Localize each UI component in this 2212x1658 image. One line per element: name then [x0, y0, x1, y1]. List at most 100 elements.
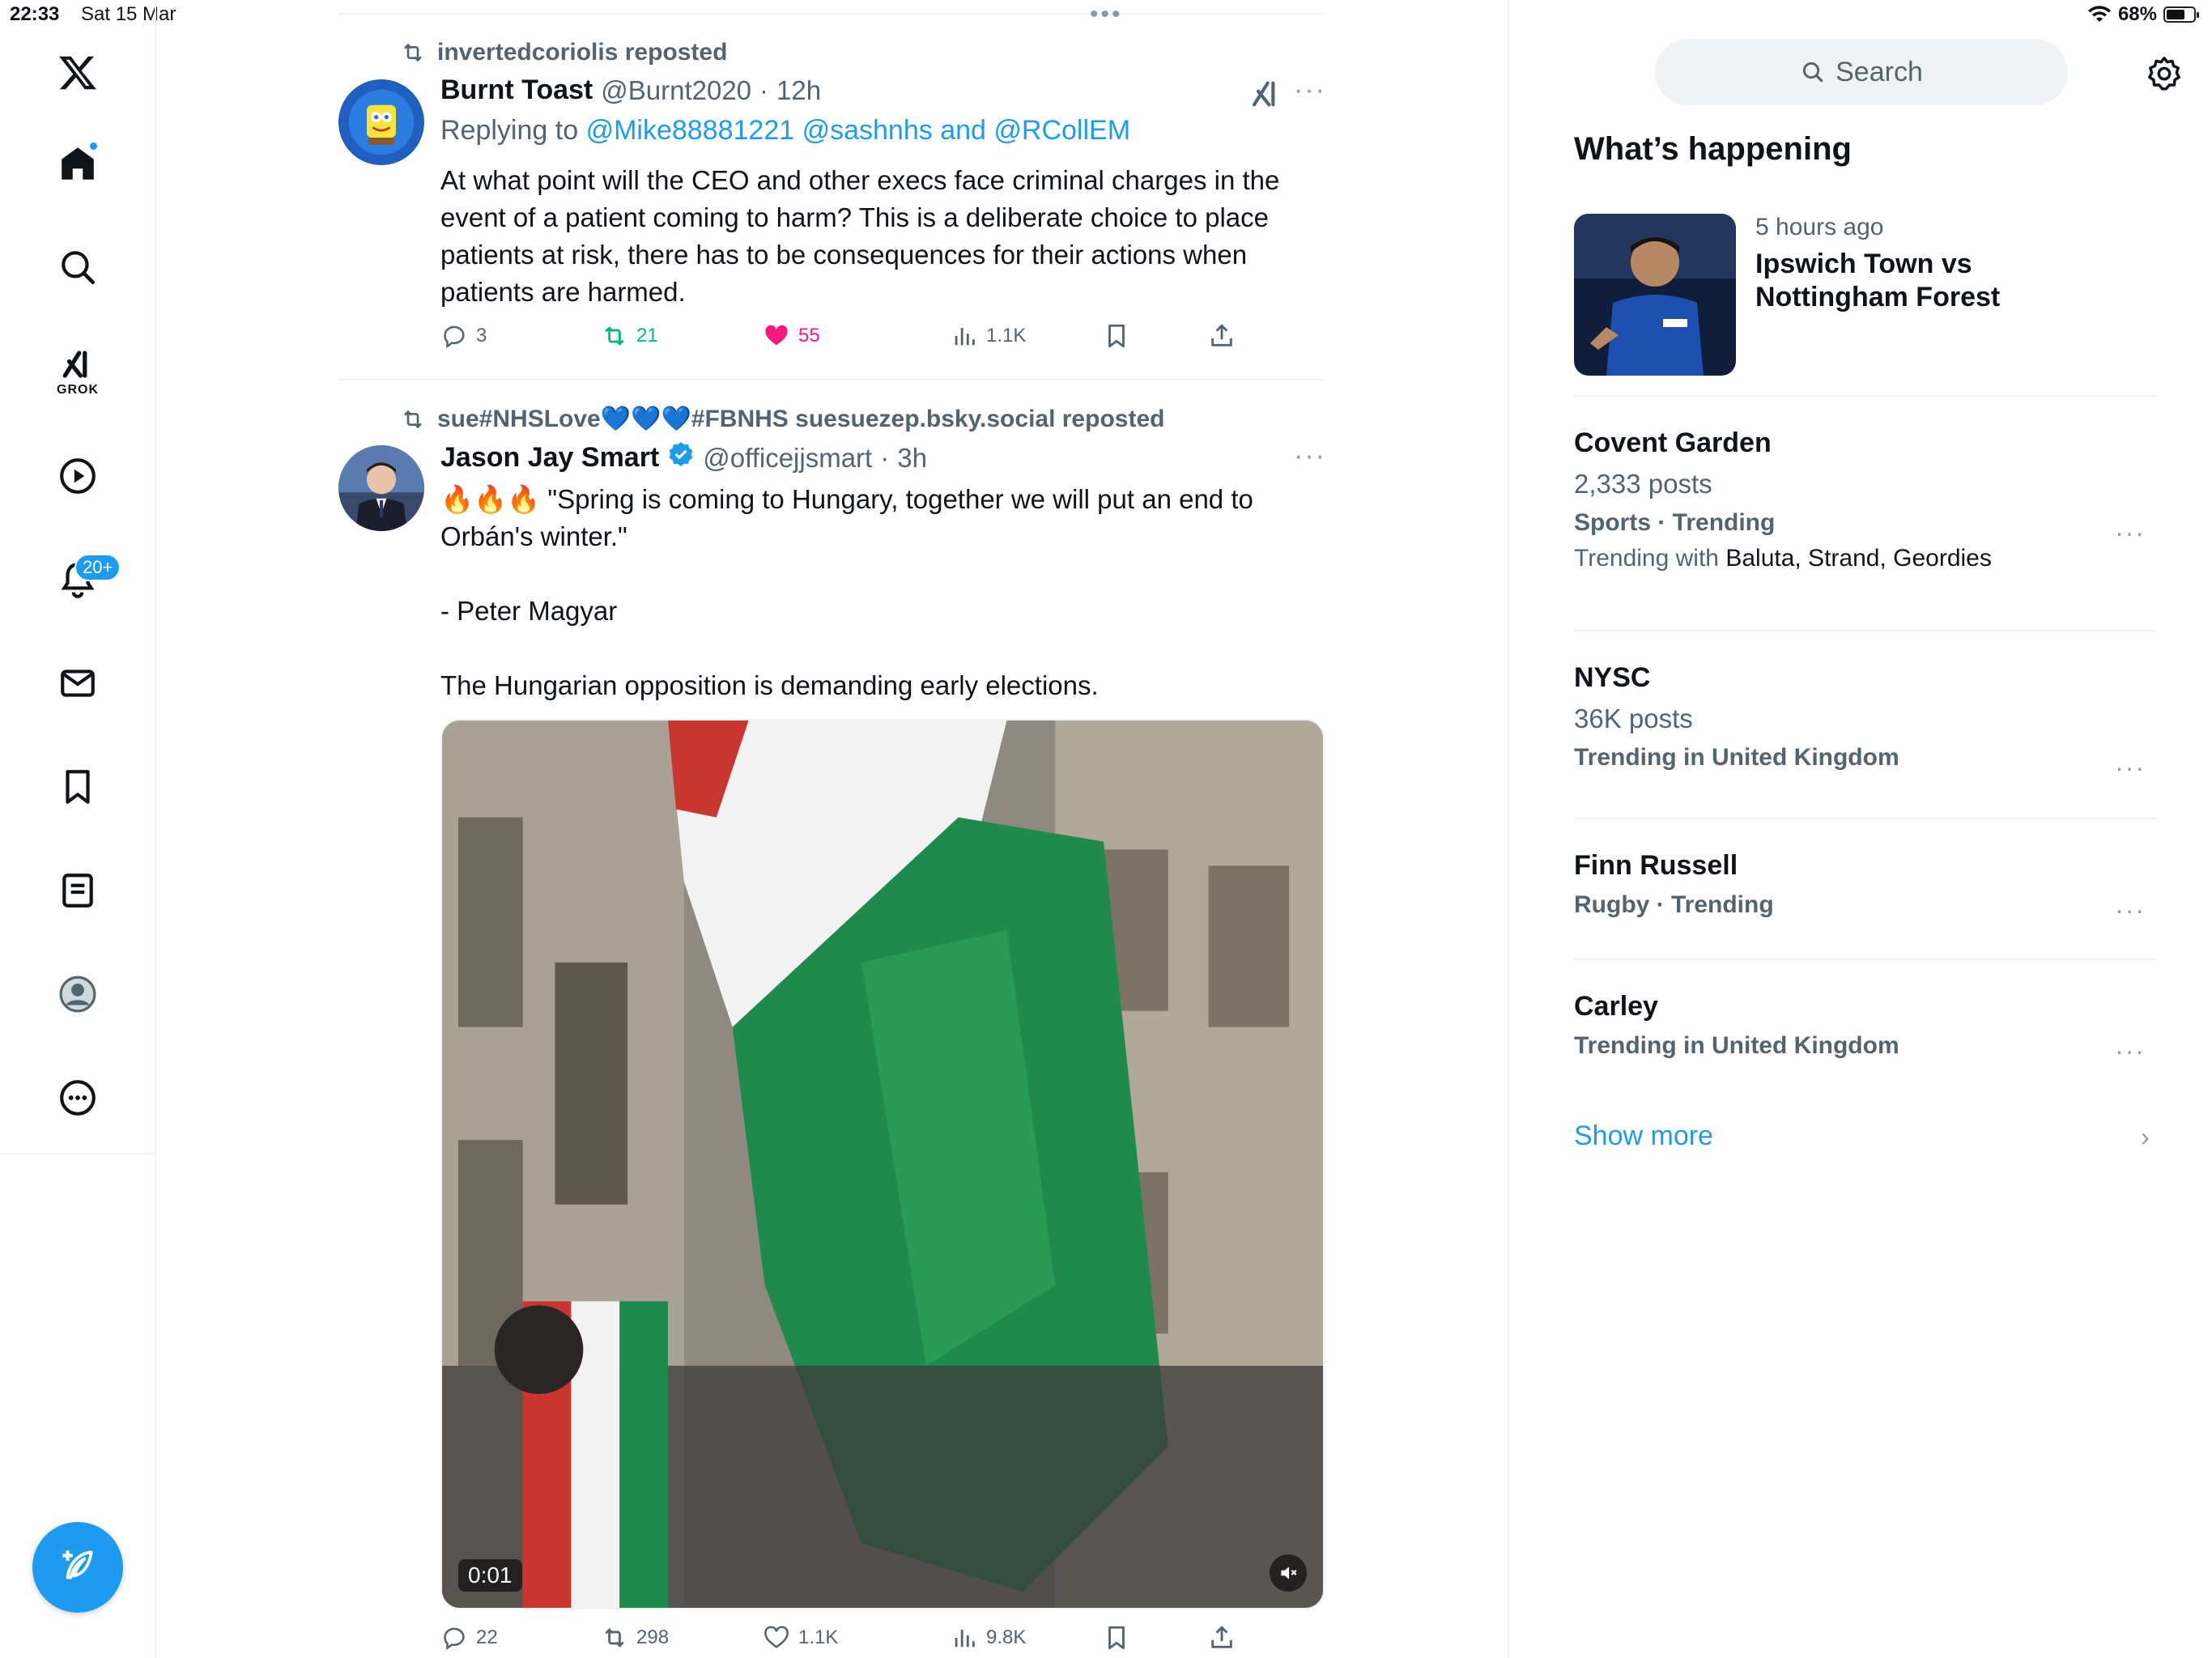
- trend-item[interactable]: Finn Russell Rugby · Trending ···: [1574, 850, 2157, 925]
- x-logo-icon[interactable]: [37, 32, 118, 113]
- search-icon[interactable]: [37, 227, 118, 308]
- replying-last-mention[interactable]: @RCollEM: [993, 115, 1130, 146]
- share-button[interactable]: [1208, 1624, 1236, 1652]
- repost-button[interactable]: 21: [601, 322, 658, 350]
- avatar[interactable]: [338, 79, 424, 165]
- separator: ·: [759, 74, 769, 105]
- video-play-icon[interactable]: [37, 436, 118, 517]
- notifications-badge: 20+: [74, 554, 121, 581]
- tweet[interactable]: sue#NHSLove💙💙💙#FBNHS suesuezep.bsky.soci…: [338, 398, 1325, 1658]
- search-input[interactable]: Search: [1655, 39, 2068, 105]
- separator: ·: [880, 442, 890, 473]
- views-chart-icon: [955, 328, 975, 346]
- repost-icon: [605, 1628, 624, 1647]
- author-name[interactable]: Burnt Toast: [440, 74, 593, 106]
- tweet-time[interactable]: 3h: [897, 443, 927, 474]
- whats-happening-title: What’s happening: [1574, 131, 1852, 167]
- trend-more-icon[interactable]: ···: [2115, 895, 2146, 925]
- trend-item[interactable]: Covent Garden 2,333 posts Sports · Trend…: [1574, 427, 2157, 572]
- trend-divider: [1574, 818, 2157, 819]
- grok-nav-item[interactable]: GROK: [37, 332, 118, 413]
- tweet-more-icon[interactable]: ···: [1294, 440, 1326, 472]
- tweet-text: At what point will the CEO and other exe…: [440, 162, 1325, 311]
- featured-trend[interactable]: 5 hours ago Ipswich Town vs Nottingham F…: [1574, 214, 2157, 376]
- trend-name: Finn Russell: [1574, 850, 1738, 881]
- replying-prefix: Replying to: [440, 115, 579, 146]
- tweet-time[interactable]: 12h: [776, 75, 821, 106]
- bookmark-icon: [1108, 324, 1125, 348]
- trend-posts: 36K posts: [1574, 704, 1693, 733]
- repost-small-icon: [404, 410, 422, 428]
- share-icon: [1211, 1626, 1232, 1648]
- author-handle[interactable]: @Burnt2020: [601, 75, 751, 106]
- heart-icon: [764, 1626, 789, 1648]
- trend-divider: [1574, 959, 2157, 960]
- profile-avatar-icon[interactable]: [37, 954, 118, 1035]
- trend-divider: [1574, 395, 2157, 397]
- trend-name: Covent Garden: [1574, 427, 1772, 458]
- tweet-video[interactable]: 0:01: [440, 719, 1325, 1609]
- views-button[interactable]: 1.1K: [951, 322, 1026, 350]
- like-count: 55: [798, 325, 820, 346]
- replying-and: and: [940, 115, 986, 146]
- repost-count: 298: [636, 1626, 670, 1648]
- bookmarks-icon[interactable]: [37, 746, 118, 827]
- tweet-header: Jason Jay Smart @officejjsmart · 3h: [440, 440, 927, 475]
- home-icon[interactable]: [37, 123, 118, 204]
- trend-name: Carley: [1574, 991, 1658, 1022]
- views-chart-icon: [955, 1630, 975, 1647]
- trend-item[interactable]: Carley Trending in United Kingdom ···: [1574, 991, 2157, 1065]
- bookmark-button[interactable]: [1103, 322, 1130, 350]
- share-button[interactable]: [1208, 322, 1236, 350]
- lists-icon[interactable]: [37, 850, 118, 931]
- reposted-by: invertedcoriolis reposted: [437, 39, 728, 66]
- tweet-text: 🔥🔥🔥 "Spring is coming to Hungary, togeth…: [440, 481, 1325, 704]
- reposted-by: sue#NHSLove💙💙💙#FBNHS suesuezep.bsky.soci…: [437, 406, 1165, 432]
- share-icon: [1211, 324, 1232, 346]
- compose-post-button[interactable]: [32, 1522, 123, 1613]
- trend-with-names: Baluta, Strand, Geordies: [1725, 545, 1992, 572]
- reply-button[interactable]: 22: [440, 1624, 498, 1652]
- author-name[interactable]: Jason Jay Smart: [440, 442, 659, 474]
- replying-mentions[interactable]: @Mike88881221 @sashnhs: [586, 115, 933, 146]
- grok-explain-icon[interactable]: [1250, 78, 1283, 114]
- reply-count: 3: [476, 325, 487, 346]
- right-sidebar: Search What’s happening 5 hours ago Ipsw…: [1508, 0, 2212, 1658]
- notifications-icon[interactable]: 20+: [37, 539, 121, 620]
- like-button[interactable]: 1.1K: [763, 1624, 838, 1652]
- repost-button[interactable]: 298: [601, 1624, 669, 1652]
- repost-small-icon: [404, 43, 422, 62]
- tweet-text-line: [440, 555, 1325, 593]
- tweet-more-icon[interactable]: ···: [1294, 74, 1326, 106]
- reply-icon: [444, 325, 465, 349]
- trend-context: Trending in United Kingdom: [1574, 744, 1899, 771]
- trend-name: NYSC: [1574, 662, 1651, 693]
- timeline-top-divider: [338, 13, 1325, 15]
- author-handle[interactable]: @officejjsmart: [703, 443, 872, 474]
- more-options-icon[interactable]: [37, 1057, 118, 1138]
- settings-gear-icon[interactable]: [2146, 55, 2183, 92]
- trend-more-icon[interactable]: ···: [2115, 753, 2146, 783]
- trend-more-icon[interactable]: ···: [2115, 518, 2146, 548]
- trend-item[interactable]: NYSC 36K posts Trending in United Kingdo…: [1574, 662, 2157, 782]
- tweet[interactable]: invertedcoriolis reposted Burnt Toast @B…: [338, 32, 1325, 380]
- show-more-link[interactable]: Show more: [1574, 1120, 1713, 1152]
- trend-with-label: Trending with: [1574, 545, 1719, 572]
- views-count: 9.8K: [986, 1626, 1027, 1648]
- chevron-right-icon[interactable]: ›: [2141, 1122, 2150, 1152]
- bookmark-button[interactable]: [1103, 1624, 1130, 1652]
- like-button[interactable]: 55: [763, 322, 820, 350]
- tweet-actions: 22 298 1.1K 9.8K: [440, 1624, 1325, 1658]
- video-frame-image: [442, 721, 1323, 1608]
- trend-more-icon[interactable]: ···: [2115, 1036, 2146, 1066]
- views-button[interactable]: 9.8K: [951, 1624, 1026, 1652]
- avatar[interactable]: [338, 445, 424, 531]
- mute-button[interactable]: [1270, 1554, 1307, 1592]
- tweet-text-line: 🔥🔥🔥 "Spring is coming to Hungary, togeth…: [440, 484, 1253, 551]
- drag-handle-icon[interactable]: •••: [1090, 2, 1123, 27]
- grok-icon: [62, 351, 87, 378]
- featured-trend-title: Ipswich Town vs Nottingham Forest: [1755, 249, 2001, 312]
- reply-button[interactable]: 3: [440, 322, 487, 350]
- trend-posts: 2,333 posts: [1574, 469, 1712, 499]
- messages-icon[interactable]: [37, 643, 118, 724]
